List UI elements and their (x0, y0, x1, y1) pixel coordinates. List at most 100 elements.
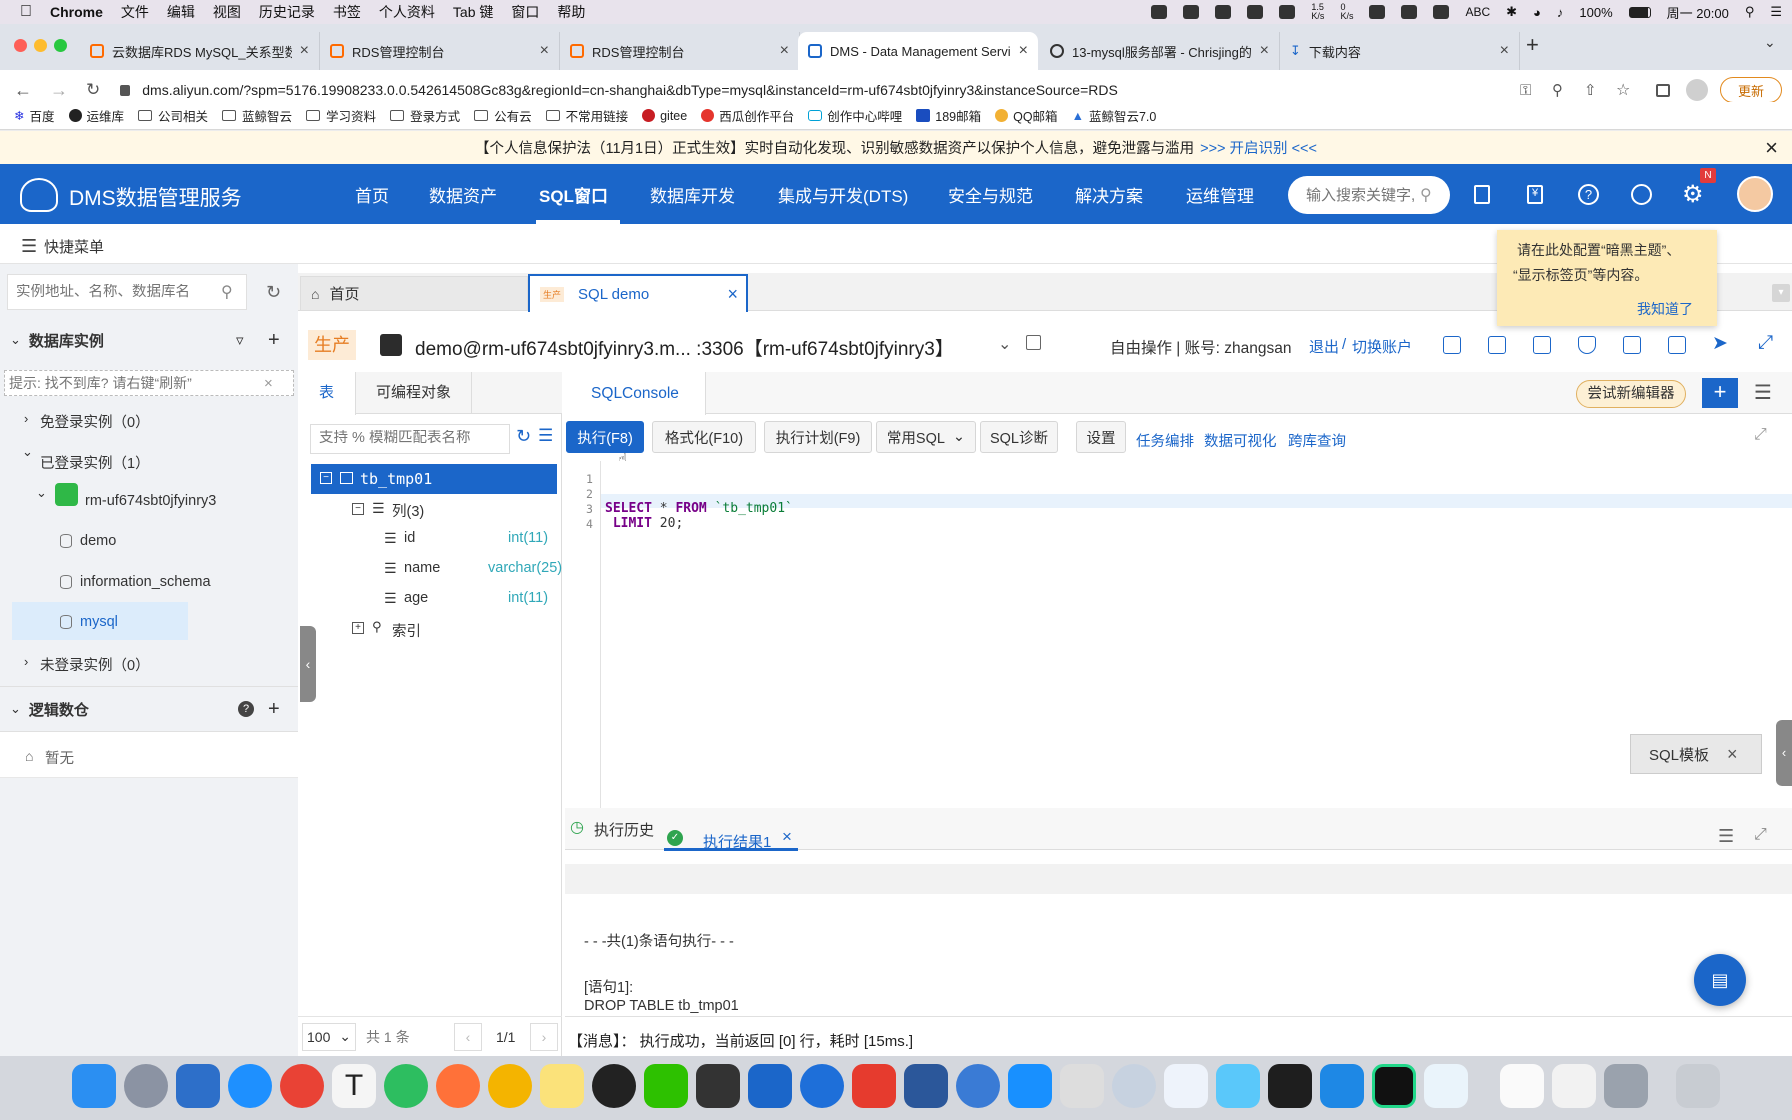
control-center-icon[interactable]: ☰ (1770, 4, 1782, 20)
menu-view[interactable]: 视图 (213, 2, 241, 22)
browser-tab[interactable]: ↧ 下载内容 × (1280, 32, 1520, 70)
expand-editor-icon[interactable]: ⤢ (1754, 426, 1767, 444)
close-tab-icon[interactable]: × (1019, 42, 1028, 60)
billing-icon[interactable]: ¥ (1527, 185, 1543, 204)
minimize-window-button[interactable] (34, 39, 47, 52)
page-size-select[interactable]: 100 ⌄ (302, 1022, 356, 1051)
bookmark-bk[interactable]: ▲ 蓝鲸智云7.0 (1072, 106, 1157, 125)
user-avatar[interactable] (1737, 176, 1773, 212)
sidepanel-icon[interactable] (1656, 83, 1670, 97)
tab-programmable[interactable]: 可编程对象 (356, 372, 472, 414)
chevron-down-icon[interactable]: ⌄ (10, 332, 21, 348)
menubar-status-icon[interactable] (1247, 5, 1264, 19)
tab-tables[interactable]: 表 (298, 372, 356, 415)
pycharm-icon[interactable] (1372, 1064, 1416, 1108)
battery-percent[interactable]: 100% (1579, 5, 1612, 20)
nav-sql-window[interactable]: SQL窗口 (539, 182, 608, 207)
bookmark-xigua[interactable]: 西瓜创作平台 (701, 106, 794, 125)
forward-icon[interactable]: → (50, 80, 68, 101)
trash-icon[interactable] (1676, 1064, 1720, 1108)
menu-file[interactable]: 文件 (121, 2, 149, 22)
table-name[interactable]: tb_tmp01 (360, 470, 432, 488)
browser-tab[interactable]: RDS管理控制台 × (320, 32, 560, 70)
finder-icon[interactable] (72, 1064, 116, 1108)
wifi-icon[interactable]: ◕ (1533, 5, 1541, 20)
apple-icon[interactable]:  (20, 3, 32, 21)
chat-float-button[interactable]: ▤ (1694, 954, 1746, 1006)
pages-icon[interactable] (1552, 1064, 1596, 1108)
photos-icon[interactable] (488, 1064, 532, 1108)
close-tab-icon[interactable]: × (782, 827, 792, 847)
snail-icon[interactable] (1112, 1064, 1156, 1108)
app-menu-chrome[interactable]: Chrome (50, 4, 103, 20)
shield-icon[interactable] (1578, 336, 1596, 354)
chevron-right-icon[interactable]: › (24, 654, 28, 669)
db-information-schema[interactable]: information_schema (80, 574, 211, 590)
menu-help[interactable]: 帮助 (557, 2, 585, 22)
update-button[interactable]: 更新 (1720, 77, 1782, 103)
free-instances[interactable]: 免登录实例（0） (40, 411, 150, 432)
tab-search-chevron-icon[interactable]: ⌄ (1764, 34, 1776, 51)
file-icon[interactable] (1500, 1064, 1544, 1108)
menu-edit[interactable]: 编辑 (167, 2, 195, 22)
expand-icon[interactable]: + (352, 622, 364, 634)
zoom-icon[interactable]: ⚲ (1552, 81, 1563, 99)
sidebar-collapse-handle[interactable]: ‹ (300, 626, 316, 702)
dms-logo-icon[interactable] (20, 178, 58, 212)
wps-icon[interactable] (852, 1064, 896, 1108)
cross-db-query-link[interactable]: 跨库查询 (1288, 430, 1346, 451)
nav-dts[interactable]: 集成与开发(DTS) (778, 182, 908, 207)
bookmark-folder[interactable]: 不常用链接 (545, 106, 628, 125)
input-abc[interactable]: ABC (1465, 5, 1490, 19)
field-name[interactable]: name (404, 560, 440, 576)
zoom-window-button[interactable] (54, 39, 67, 52)
menu-icon[interactable]: ☰ (1718, 826, 1734, 847)
try-new-editor-button[interactable]: 尝试新编辑器 (1576, 380, 1686, 408)
clear-icon[interactable]: × (264, 375, 273, 392)
close-tab-icon[interactable]: × (727, 284, 738, 305)
data-visualization-link[interactable]: 数据可视化 (1204, 430, 1277, 451)
bookmark-ops[interactable]: 运维库 (68, 106, 124, 125)
menu-window[interactable]: 窗口 (511, 2, 539, 22)
table-search[interactable] (310, 424, 510, 454)
clock[interactable]: 周一 20:00 (1667, 3, 1729, 22)
monitor-icon[interactable] (1533, 336, 1551, 354)
external-link-icon[interactable] (1623, 336, 1641, 354)
add-instance-icon[interactable]: + (268, 329, 280, 352)
format-button[interactable]: 格式化(F10) (652, 421, 756, 453)
bookmark-qqmail[interactable]: QQ邮箱 (995, 106, 1058, 125)
zenmap-icon[interactable] (696, 1064, 740, 1108)
execute-button[interactable]: 执行(F8) (566, 421, 644, 453)
instance-name[interactable]: rm-uf674sbt0jfyinry3 (85, 493, 216, 509)
dingtalk-icon[interactable] (1008, 1064, 1052, 1108)
list-icon[interactable] (1668, 336, 1686, 354)
menubar-status-icon[interactable] (1279, 5, 1296, 19)
chevron-right-icon[interactable]: › (24, 411, 28, 426)
close-tab-icon[interactable]: × (1260, 42, 1269, 60)
logged-instances[interactable]: 已登录实例（1） (40, 452, 150, 473)
switch-account-link[interactable]: 切换账户 (1352, 336, 1412, 357)
nav-search-input[interactable] (1306, 186, 1416, 204)
tooltip-ok-link[interactable]: 我知道了 (1637, 299, 1693, 319)
bookmark-baidu[interactable]: ❄ 百度 (14, 106, 55, 125)
chevron-down-icon[interactable]: ⌄ (10, 701, 21, 717)
terminal-icon[interactable] (1268, 1064, 1312, 1108)
new-console-button[interactable]: + (1702, 378, 1738, 408)
document-icon[interactable] (1474, 185, 1490, 204)
prev-page-button[interactable]: ‹ (454, 1022, 482, 1051)
k-app-icon[interactable] (956, 1064, 1000, 1108)
table-grid-icon[interactable] (1443, 336, 1461, 354)
sql-editor[interactable]: 1 2 3 4 SELECT * FROM `tb_tmp01` LIMIT 2… (565, 461, 1792, 808)
bookmark-gitee[interactable]: gitee (642, 109, 687, 123)
nav-security[interactable]: 安全与规范 (948, 182, 1033, 207)
nav-ops[interactable]: 运维管理 (1186, 182, 1254, 207)
collapse-icon[interactable]: − (352, 503, 364, 515)
close-tab-icon[interactable]: × (540, 42, 549, 60)
notepad-icon[interactable] (1060, 1064, 1104, 1108)
sql-template-chip[interactable]: SQL模板 × (1630, 734, 1762, 774)
help-icon[interactable]: ? (238, 701, 254, 717)
wechat-dock-icon[interactable] (644, 1064, 688, 1108)
globe-icon[interactable] (1631, 184, 1652, 205)
wechat-icon[interactable] (1401, 5, 1418, 19)
search-icon[interactable]: ⚲ (221, 282, 233, 302)
